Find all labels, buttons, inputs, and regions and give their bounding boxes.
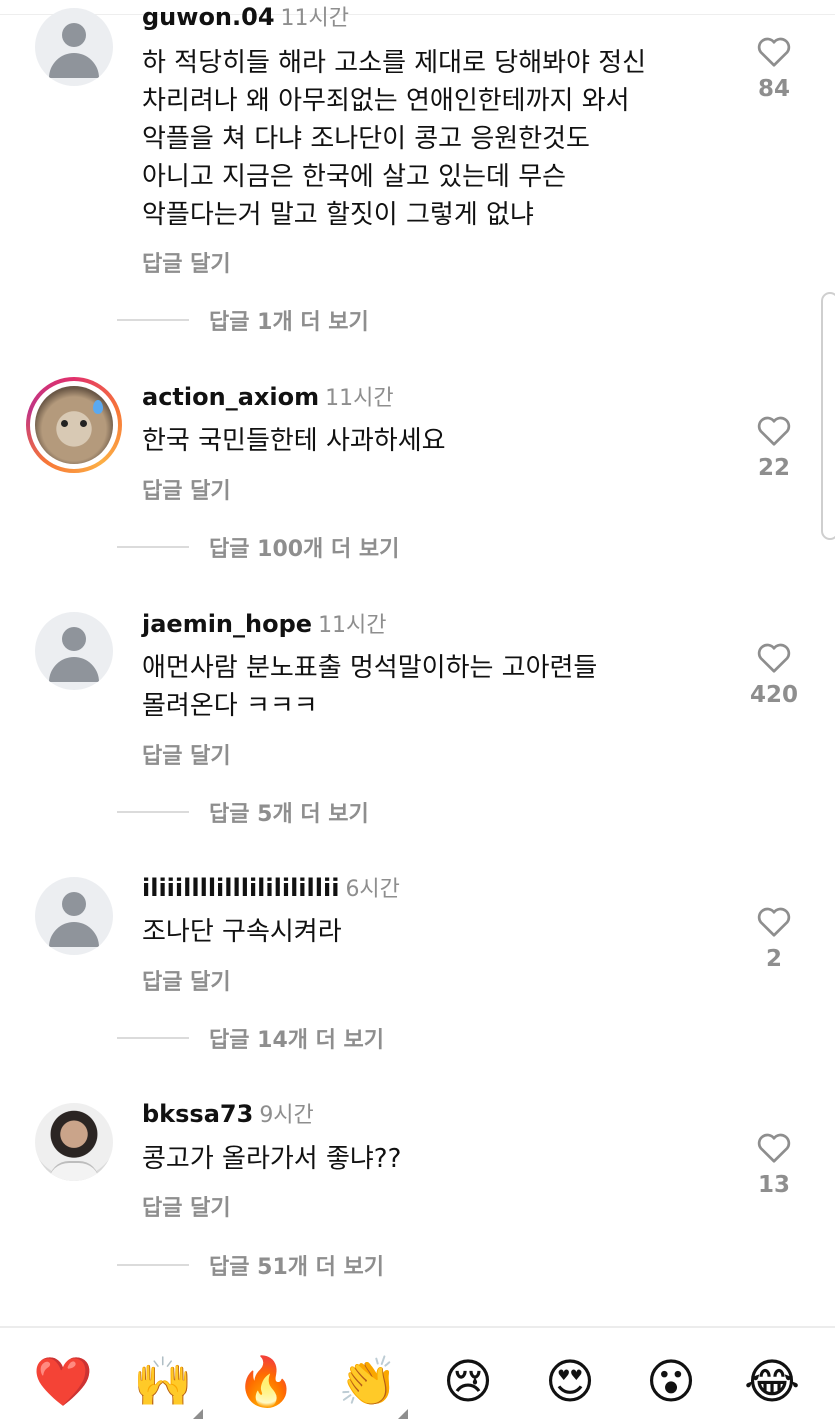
- view-more-replies[interactable]: 답글 51개 더 보기: [117, 1250, 384, 1280]
- username-text[interactable]: iliiillllilllilililillii: [142, 874, 339, 902]
- like-button[interactable]: 13: [745, 1130, 803, 1198]
- view-more-replies-label[interactable]: 답글 14개 더 보기: [209, 1022, 384, 1054]
- view-more-replies[interactable]: 답글 100개 더 보기: [117, 532, 399, 562]
- view-more-replies[interactable]: 답글 14개 더 보기: [117, 1023, 384, 1053]
- crying-face-emoji-icon[interactable]: 😢: [439, 1353, 497, 1411]
- comment-time: 11시간: [325, 386, 394, 411]
- raising-hands-emoji-icon[interactable]: 🙌: [133, 1353, 203, 1419]
- comment-username[interactable]: iliiillllilllilililillii 6시간: [142, 871, 400, 903]
- view-more-replies[interactable]: 답글 1개 더 보기: [117, 305, 369, 335]
- user-avatar[interactable]: [35, 612, 113, 690]
- reply-button[interactable]: 답글 달기: [142, 473, 231, 505]
- replies-line: [117, 319, 189, 321]
- like-count: 2: [765, 946, 782, 972]
- clapping-hands-emoji-icon[interactable]: 👏: [338, 1353, 408, 1419]
- replies-line: [117, 1264, 189, 1266]
- variant-indicator-icon: [398, 1409, 408, 1419]
- fire-emoji-icon[interactable]: 🔥: [236, 1353, 296, 1411]
- comment-username[interactable]: bkssa73 9시간: [142, 1097, 314, 1129]
- comment-text: 한국 국민들한테 사과하세요: [142, 426, 446, 456]
- replies-line: [117, 811, 189, 813]
- comment-text: 애먼사람 분노표출 멍석말이하는 고아련들 몰려온다 ㅋㅋㅋ: [142, 653, 598, 721]
- user-avatar[interactable]: [35, 877, 113, 955]
- like-button[interactable]: 420: [745, 640, 803, 708]
- heart-icon[interactable]: [756, 1130, 792, 1164]
- comment-username[interactable]: action_axiom 11시간: [142, 380, 394, 412]
- username-text[interactable]: action_axiom: [142, 383, 319, 411]
- comment-text: 콩고가 올라가서 좋냐??: [142, 1144, 402, 1174]
- heart-emoji-icon[interactable]: ❤️: [33, 1353, 93, 1411]
- like-count: 84: [757, 76, 790, 102]
- view-more-replies[interactable]: 답글 5개 더 보기: [117, 797, 369, 827]
- reply-button[interactable]: 답글 달기: [142, 246, 231, 278]
- like-button[interactable]: 22: [745, 413, 803, 481]
- comment-text: 조나단 구속시켜라: [142, 917, 342, 947]
- comment-time: 11시간: [280, 6, 350, 31]
- tears-of-joy-emoji-icon[interactable]: 😂: [743, 1353, 801, 1411]
- heart-icon[interactable]: [756, 413, 792, 447]
- user-avatar[interactable]: [35, 1103, 113, 1181]
- story-avatar[interactable]: [26, 377, 122, 473]
- like-count: 22: [757, 455, 790, 481]
- like-count: 13: [757, 1172, 790, 1198]
- reply-button[interactable]: 답글 달기: [142, 1190, 231, 1222]
- scrollbar[interactable]: [821, 292, 835, 540]
- view-more-replies-label[interactable]: 답글 1개 더 보기: [209, 304, 369, 336]
- reply-button[interactable]: 답글 달기: [142, 964, 231, 996]
- replies-line: [117, 546, 189, 548]
- comment-time: 11시간: [318, 613, 387, 638]
- comment-time: 6시간: [345, 877, 400, 902]
- heart-eyes-emoji-icon[interactable]: 😍: [541, 1353, 599, 1411]
- emoji-reaction-bar: ❤️ 🙌 🔥 👏 😢 😍 😮 😂: [0, 1326, 835, 1426]
- like-button[interactable]: 84: [745, 34, 803, 102]
- user-avatar[interactable]: [35, 8, 113, 86]
- like-count: 420: [749, 682, 798, 708]
- comment-username[interactable]: guwon.04 11시간: [142, 0, 349, 32]
- username-text[interactable]: bkssa73: [142, 1100, 253, 1128]
- like-button[interactable]: 2: [745, 904, 803, 972]
- replies-line: [117, 1037, 189, 1039]
- comment-username[interactable]: jaemin_hope 11시간: [142, 607, 387, 639]
- reply-button[interactable]: 답글 달기: [142, 738, 231, 770]
- hamster-avatar-image: [35, 386, 113, 464]
- top-divider: [0, 0, 835, 15]
- clapping-hands-glyph: 👏: [338, 1354, 398, 1410]
- view-more-replies-label[interactable]: 답글 51개 더 보기: [209, 1249, 384, 1281]
- heart-icon[interactable]: [756, 34, 792, 68]
- heart-icon[interactable]: [756, 904, 792, 938]
- view-more-replies-label[interactable]: 답글 100개 더 보기: [209, 531, 399, 563]
- username-text[interactable]: jaemin_hope: [142, 610, 312, 638]
- view-more-replies-label[interactable]: 답글 5개 더 보기: [209, 796, 369, 828]
- variant-indicator-icon: [193, 1409, 203, 1419]
- username-text[interactable]: guwon.04: [142, 3, 275, 31]
- comment-text: 하 적당히들 해라 고소를 제대로 당해봐야 정신 차리려나 왜 아무죄없는 연…: [142, 48, 647, 230]
- comment-time: 9시간: [259, 1103, 314, 1128]
- heart-icon[interactable]: [756, 640, 792, 674]
- surprised-face-emoji-icon[interactable]: 😮: [642, 1353, 700, 1411]
- raising-hands-glyph: 🙌: [133, 1354, 193, 1410]
